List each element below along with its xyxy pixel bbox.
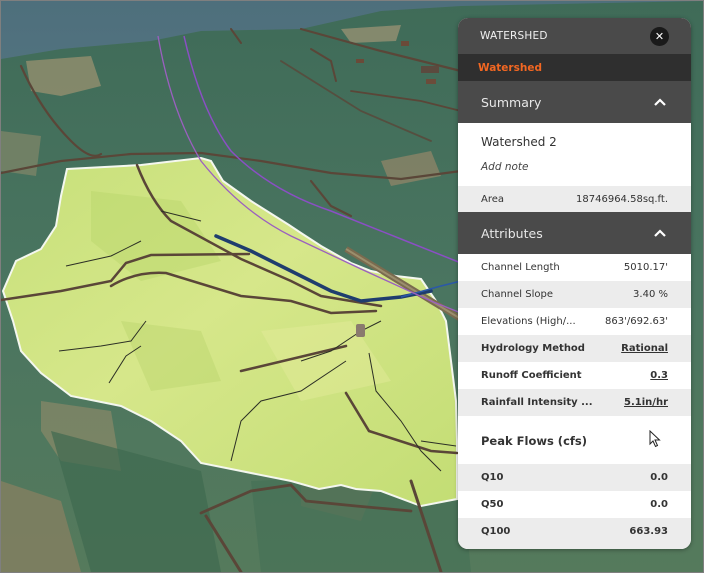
building: [421, 66, 439, 73]
peak-flow-label: Q100: [481, 526, 511, 537]
summary-body: Watershed 2 Add note: [458, 123, 691, 186]
panel-title: WATERSHED: [480, 30, 548, 42]
mouse-cursor-icon: [649, 430, 661, 448]
peak-flow-row: Q50 0.0: [458, 491, 691, 518]
attribute-label: Channel Slope: [481, 289, 553, 300]
peak-flow-row: Q100 663.93: [458, 518, 691, 545]
peak-flow-value: 0.0: [650, 472, 668, 483]
attributes-label: Attributes: [481, 225, 543, 241]
close-button[interactable]: ✕: [650, 27, 669, 46]
building: [426, 79, 436, 84]
peak-flows-label: Peak Flows (cfs): [481, 434, 587, 448]
building: [401, 41, 409, 46]
panel-header: WATERSHED ✕: [458, 18, 691, 54]
runoff-coefficient-link[interactable]: 0.3: [650, 370, 668, 381]
rainfall-intensity-row: Rainfall Intensity ... 5.1in/hr: [458, 389, 691, 416]
attribute-label: Rainfall Intensity ...: [481, 397, 593, 408]
area-label: Area: [481, 193, 505, 205]
attributes-section-header[interactable]: Attributes: [458, 212, 691, 254]
peak-flow-label: Q50: [481, 499, 504, 510]
add-note-field[interactable]: Add note: [481, 161, 529, 173]
close-icon: ✕: [654, 30, 665, 43]
watershed-name[interactable]: Watershed 2: [481, 135, 557, 149]
peak-flows-header: Peak Flows (cfs): [458, 416, 691, 464]
area-value: 18746964.58sq.ft.: [576, 193, 668, 205]
runoff-coefficient-row: Runoff Coefficient 0.3: [458, 362, 691, 389]
tab-watershed[interactable]: Watershed: [458, 54, 691, 81]
attribute-label: Elevations (High/...: [481, 316, 576, 327]
attribute-value: 863'/692.63': [605, 316, 668, 327]
rainfall-intensity-link[interactable]: 5.1in/hr: [624, 397, 668, 408]
attribute-row: Elevations (High/... 863'/692.63': [458, 308, 691, 335]
panel-footer-spacer: [458, 545, 691, 549]
attribute-label: Hydrology Method: [481, 343, 585, 354]
attribute-label: Runoff Coefficient: [481, 370, 582, 381]
summary-label: Summary: [481, 94, 542, 110]
hydrology-method-link[interactable]: Rational: [621, 343, 668, 354]
area-row: Area 18746964.58sq.ft.: [458, 186, 691, 212]
building: [356, 59, 364, 63]
chevron-up-icon: [654, 98, 666, 106]
building: [356, 324, 365, 337]
attribute-row: Channel Slope 3.40 %: [458, 281, 691, 308]
chevron-up-icon: [654, 229, 666, 237]
summary-section-header[interactable]: Summary: [458, 81, 691, 123]
peak-flow-value: 663.93: [629, 526, 668, 537]
peak-flow-label: Q10: [481, 472, 504, 483]
attribute-label: Channel Length: [481, 262, 560, 273]
attribute-value: 5010.17': [623, 262, 668, 273]
peak-flow-row: Q10 0.0: [458, 464, 691, 491]
attribute-row: Channel Length 5010.17': [458, 254, 691, 281]
hydrology-method-row: Hydrology Method Rational: [458, 335, 691, 362]
tab-watershed-label: Watershed: [478, 61, 542, 74]
attribute-value: 3.40 %: [633, 289, 668, 300]
watershed-panel: WATERSHED ✕ Watershed Summary Watershed …: [458, 18, 691, 549]
peak-flow-value: 0.0: [650, 499, 668, 510]
